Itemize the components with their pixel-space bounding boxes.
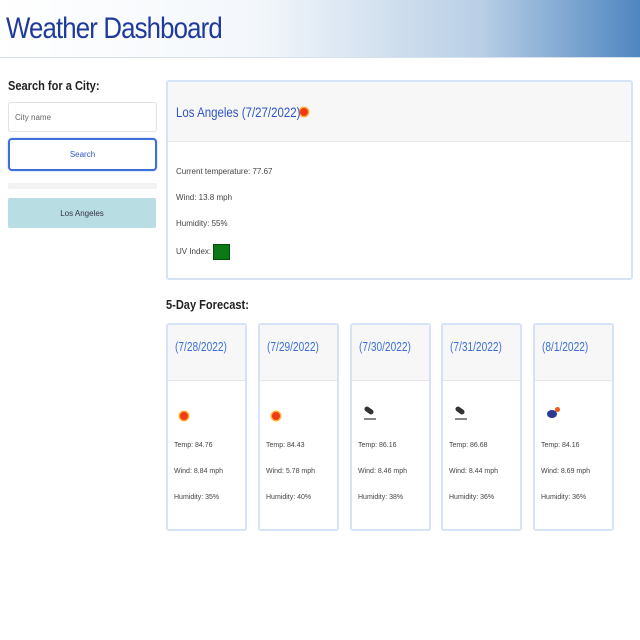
current-temperature: Current temperature: 77.67 bbox=[176, 167, 273, 176]
forecast-card-header: (8/1/2022) bbox=[535, 325, 612, 381]
forecast-card: (8/1/2022) Temp: 84.16 Wind: 8.69 mph Hu… bbox=[533, 323, 614, 531]
current-weather-card: Los Angeles (7/27/2022) Current temperat… bbox=[166, 80, 633, 280]
forecast-card: (7/28/2022) Temp: 84.76 Wind: 8.84 mph H… bbox=[166, 323, 247, 531]
forecast-wind: Wind: 5.78 mph bbox=[266, 468, 316, 475]
forecast-date: (8/1/2022) bbox=[542, 339, 589, 354]
sun-icon bbox=[180, 412, 188, 420]
forecast-wind: Wind: 8.69 mph bbox=[541, 468, 591, 475]
forecast-wind: Wind: 8.44 mph bbox=[449, 468, 499, 475]
forecast-card-header: (7/30/2022) bbox=[352, 325, 429, 381]
uv-label: UV Index: bbox=[176, 247, 212, 257]
forecast-date: (7/30/2022) bbox=[359, 339, 411, 354]
city-search-input[interactable] bbox=[8, 102, 157, 132]
current-weather-details: Current temperature: 77.67 Wind: 13.8 mp… bbox=[168, 142, 631, 270]
forecast-humidity: Humidity: 40% bbox=[266, 494, 312, 501]
history-item-los-angeles[interactable]: Los Angeles bbox=[8, 198, 156, 228]
forecast-card-header: (7/31/2022) bbox=[443, 325, 520, 381]
forecast-temp: Temp: 86.68 bbox=[449, 442, 488, 449]
smoke-icon bbox=[455, 408, 467, 420]
forecast-humidity: Humidity: 38% bbox=[358, 494, 404, 501]
forecast-wind: Wind: 8.46 mph bbox=[358, 468, 408, 475]
search-button[interactable]: Search bbox=[8, 138, 157, 171]
search-sidebar: Search for a City: Search Los Angeles bbox=[8, 78, 157, 228]
forecast-card: (7/31/2022) Temp: 86.68 Wind: 8.44 mph H… bbox=[441, 323, 522, 531]
page-title: Weather Dashboard bbox=[6, 12, 223, 45]
forecast-temp: Temp: 86.16 bbox=[358, 442, 397, 449]
forecast-date: (7/29/2022) bbox=[267, 339, 319, 354]
current-uv-row: UV Index: 0.0 bbox=[176, 244, 631, 270]
sun-icon bbox=[299, 107, 308, 116]
forecast-title: 5-Day Forecast: bbox=[166, 297, 249, 312]
smoke-icon bbox=[364, 408, 376, 420]
current-humidity: Humidity: 55% bbox=[176, 219, 228, 228]
forecast-temp: Temp: 84.76 bbox=[174, 442, 213, 449]
current-wind: Wind: 13.8 mph bbox=[176, 193, 233, 202]
forecast-card: (7/30/2022) Temp: 86.16 Wind: 8.46 mph H… bbox=[350, 323, 431, 531]
forecast-wind: Wind: 8.84 mph bbox=[174, 468, 224, 475]
forecast-date: (7/31/2022) bbox=[450, 339, 502, 354]
forecast-humidity: Humidity: 35% bbox=[174, 494, 220, 501]
forecast-card-header: (7/29/2022) bbox=[260, 325, 337, 381]
forecast-card-header: (7/28/2022) bbox=[168, 325, 245, 381]
page-header: Weather Dashboard bbox=[0, 0, 640, 58]
search-label: Search for a City: bbox=[8, 78, 100, 93]
forecast-card: (7/29/2022) Temp: 84.43 Wind: 5.78 mph H… bbox=[258, 323, 339, 531]
uv-badge: 0.0 bbox=[213, 244, 230, 260]
forecast-temp: Temp: 84.43 bbox=[266, 442, 305, 449]
forecast-humidity: Humidity: 36% bbox=[541, 494, 587, 501]
sun-icon bbox=[272, 412, 280, 420]
forecast-humidity: Humidity: 36% bbox=[449, 494, 495, 501]
forecast-date: (7/28/2022) bbox=[175, 339, 227, 354]
current-city-date: Los Angeles (7/27/2022) bbox=[176, 103, 301, 120]
thunderstorm-icon bbox=[547, 407, 561, 421]
forecast-temp: Temp: 84.16 bbox=[541, 442, 580, 449]
history-divider bbox=[8, 183, 157, 189]
current-weather-header: Los Angeles (7/27/2022) bbox=[168, 82, 631, 142]
